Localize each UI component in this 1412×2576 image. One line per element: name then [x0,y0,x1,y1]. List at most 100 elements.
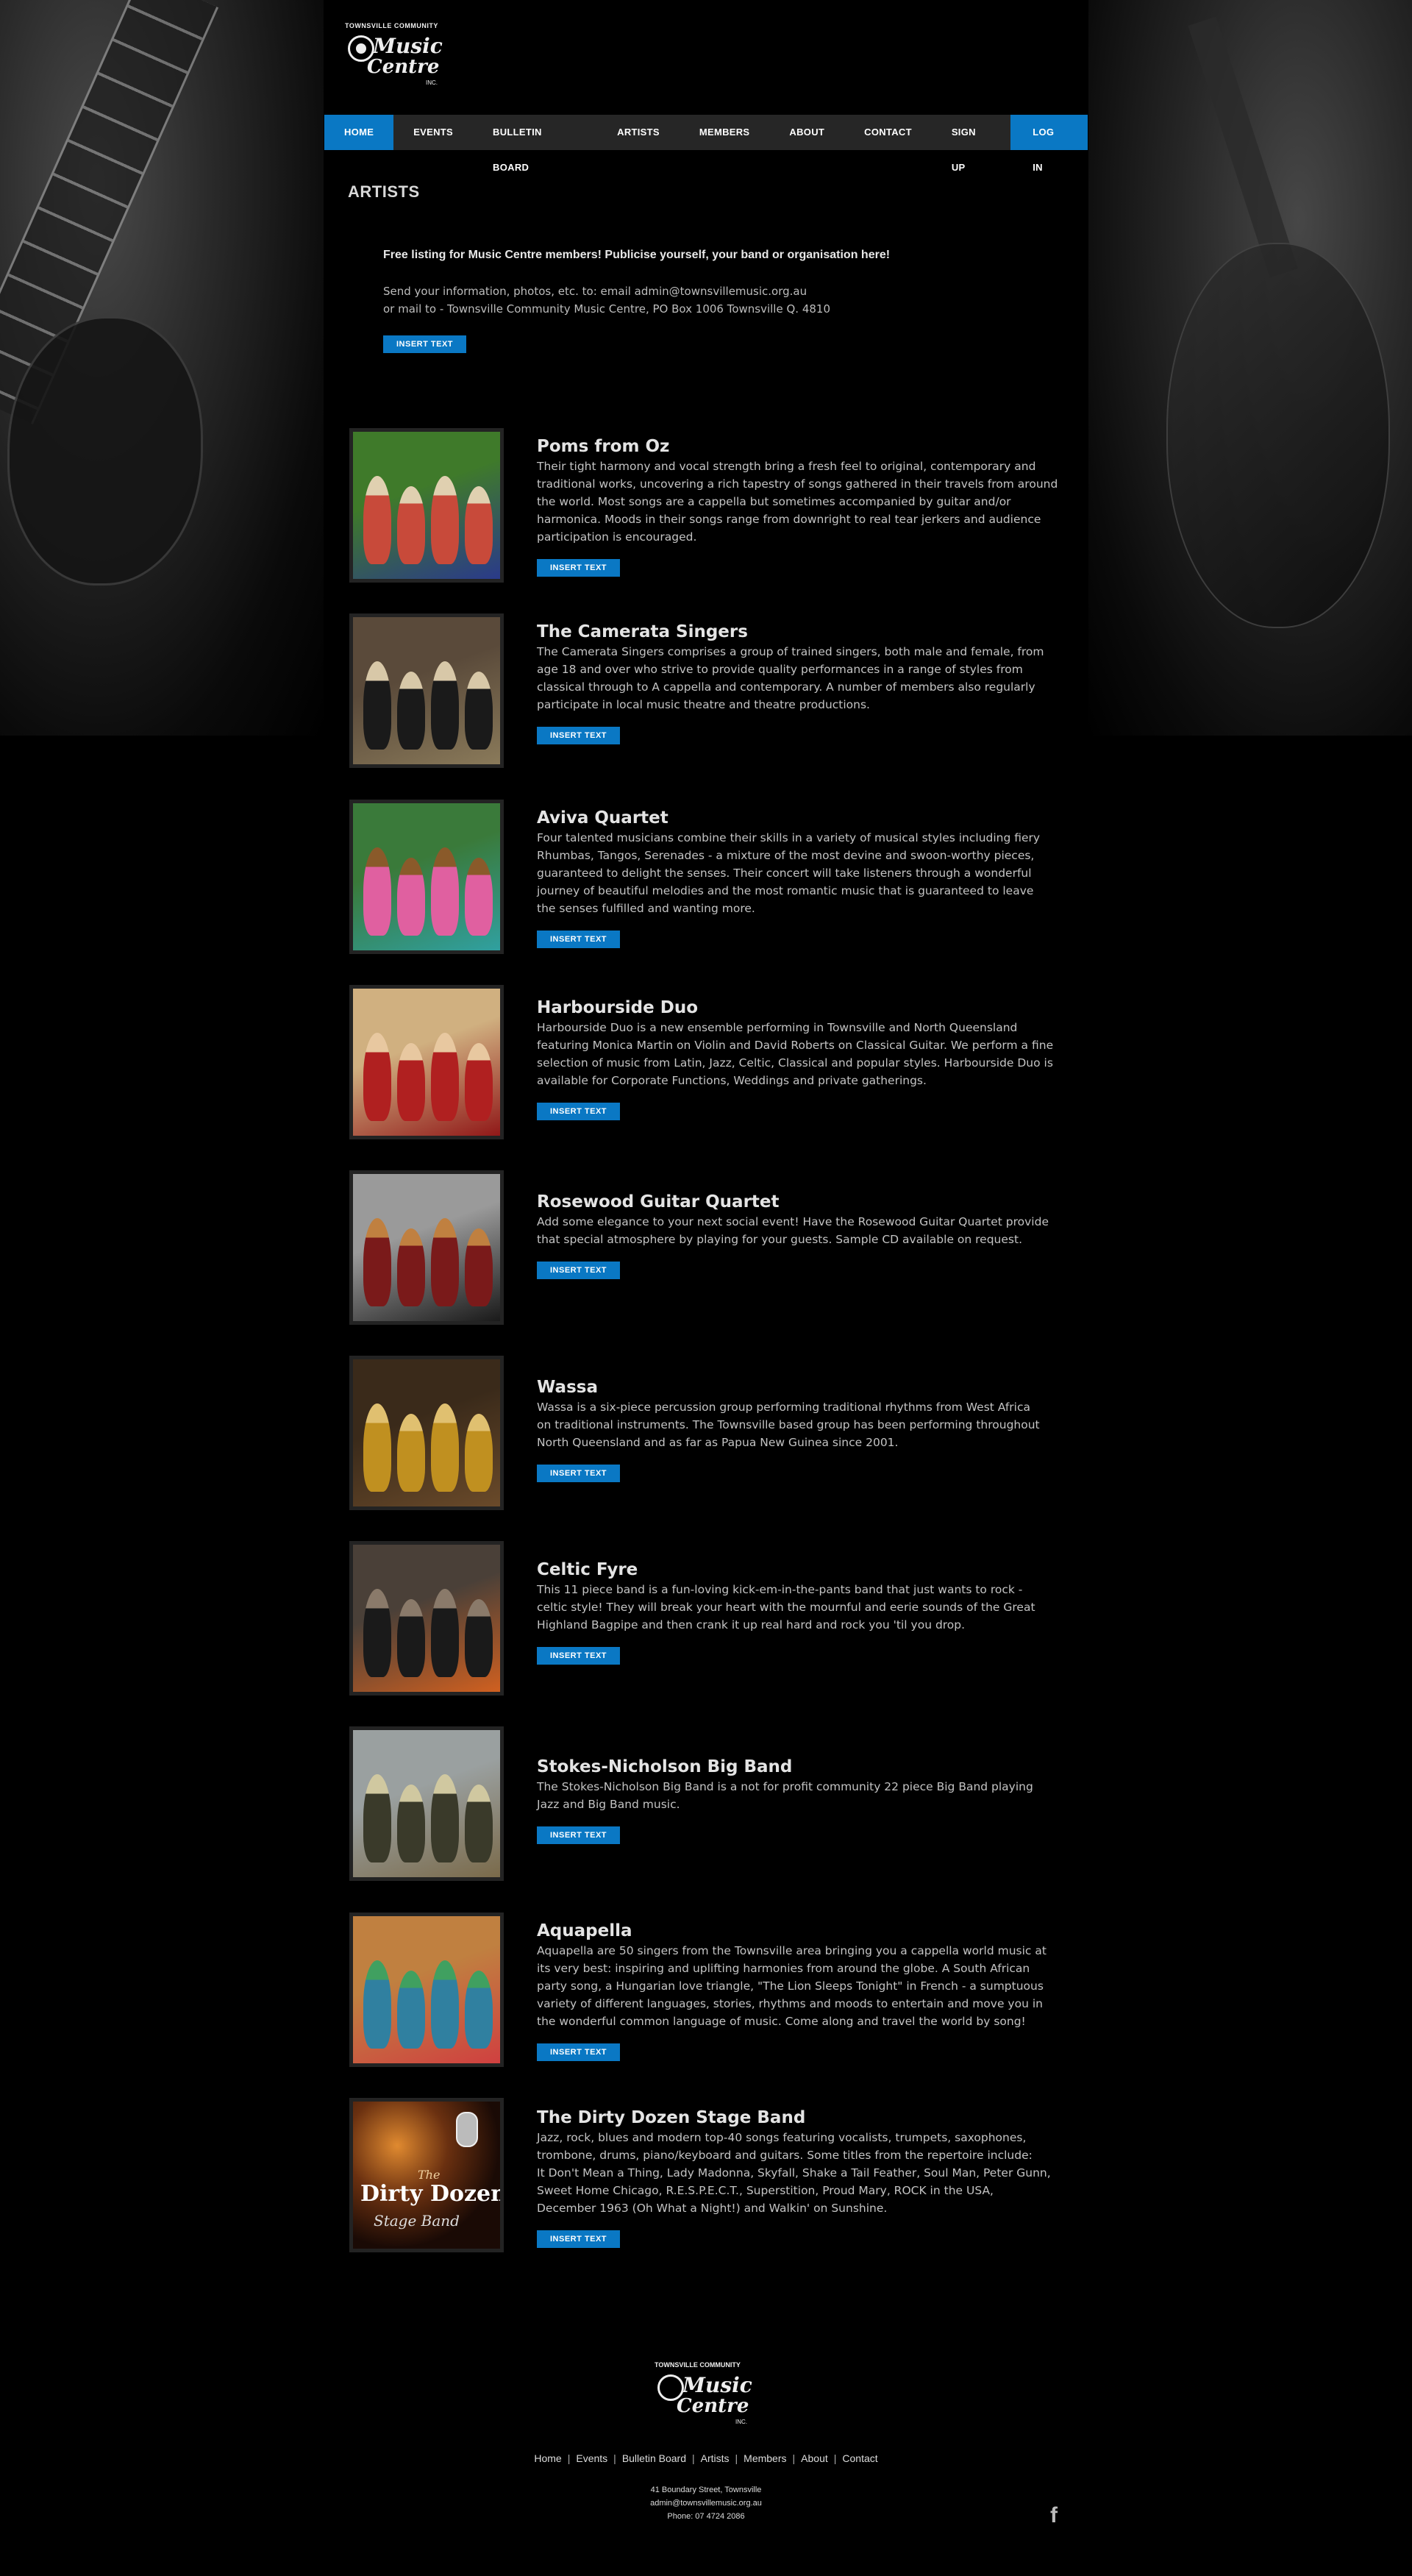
footer-separator: | [691,2452,695,2464]
artist-card: Harbourside Duo Harbourside Duo is a new … [349,985,1077,1148]
artist-photo-figure [363,1218,391,1306]
footer-link-members[interactable]: Members [744,2452,786,2464]
artist-description: Add some elegance to your next social ev… [537,1215,1049,1246]
artist-photo-figure [363,661,391,750]
artist-name: Celtic Fyre [537,1560,638,1579]
microphone-icon [456,2112,478,2147]
sign-up-button[interactable]: SIGN UP [932,115,1010,173]
footer-link-artists[interactable]: Artists [701,2452,730,2464]
artist-description: This 11 piece band is a fun-loving kick-… [537,1583,1035,1632]
artist-details: The Camerata Singers The Camerata Singers… [537,622,1074,744]
footer-link-events[interactable]: Events [576,2452,607,2464]
artist-insert-text-button[interactable]: INSERT TEXT [537,1262,621,1279]
artist-photo[interactable] [349,1356,504,1510]
artist-insert-text-button[interactable]: INSERT TEXT [537,2043,621,2061]
site-logo[interactable]: TOWNSVILLE COMMUNITY Music Centre INC. [345,22,448,96]
footer-logo-word-music: Music [682,2373,752,2397]
artist-name: The Camerata Singers [537,622,748,641]
artist-name: Poms from Oz [537,437,670,456]
artist-photo-figure [465,1785,493,1862]
nav-item-events[interactable]: EVENTS [393,115,473,150]
artist-details: The Dirty Dozen Stage Band Jazz, rock, bl… [537,2108,1074,2248]
artist-photo[interactable]: The Dirty Dozen Stage Band [349,2098,504,2252]
intro-insert-text-button[interactable]: INSERT TEXT [383,335,467,353]
artist-photo-figure [431,476,459,564]
footer-link-contact[interactable]: Contact [842,2452,877,2464]
artist-name: Aviva Quartet [537,808,668,828]
nav-item-home[interactable]: HOME [324,115,394,150]
artist-description: Jazz, rock, blues and modern top-40 song… [537,2131,1051,2215]
artist-description: Their tight harmony and vocal strength b… [537,460,1058,544]
footer-separator: | [613,2452,616,2464]
artist-photo[interactable] [349,428,504,583]
artist-photo[interactable] [349,985,504,1139]
footer-logo[interactable]: TOWNSVILLE COMMUNITY Music Centre INC. [655,2361,757,2435]
artist-card: The Camerata Singers The Camerata Singers… [349,613,1077,777]
artist-photo-figure [431,1403,459,1492]
log-in-button[interactable]: LOG IN [1010,115,1088,173]
artist-name: Harbourside Duo [537,998,699,1017]
artist-insert-text-button[interactable]: INSERT TEXT [537,2230,621,2248]
nav-item-artists[interactable]: ARTISTS [597,115,680,150]
artist-photo[interactable] [349,1913,504,2067]
artist-details: Celtic Fyre This 11 piece band is a fun-l… [537,1560,1074,1665]
nav-item-members[interactable]: MEMBERS [680,115,770,150]
logo-word-music: Music [373,34,443,58]
artist-photo-figure [397,672,425,750]
footer-separator: | [833,2452,837,2464]
artist-insert-text-button[interactable]: INSERT TEXT [537,931,621,948]
violin-body-decoration [1166,243,1390,628]
footer-contact-details: 41 Boundary Street, Townsville admin@tow… [0,2483,1412,2523]
artist-details: Wassa Wassa is a six-piece percussion gro… [537,1378,1074,1482]
artist-photo-figure [465,1971,493,2049]
nav-item-contact[interactable]: CONTACT [844,115,932,150]
artist-name: Wassa [537,1378,598,1397]
footer-link-about[interactable]: About [801,2452,828,2464]
artist-photo-figure [397,1785,425,1862]
artist-insert-text-button[interactable]: INSERT TEXT [537,1103,621,1120]
artist-details: Aviva Quartet Four talented musicians com… [537,808,1074,948]
artist-details: Harbourside Duo Harbourside Duo is a new … [537,998,1074,1120]
nav-item-about[interactable]: ABOUT [769,115,844,150]
artist-photo-figure [363,1774,391,1862]
artist-name: Aquapella [537,1921,632,1940]
artist-photo[interactable] [349,800,504,954]
artist-photo[interactable] [349,613,504,768]
artist-photo[interactable] [349,1170,504,1325]
footer-logo-suffix: INC. [735,2419,747,2425]
artist-insert-text-button[interactable]: INSERT TEXT [537,1826,621,1844]
artist-photo-figure [431,661,459,750]
artist-insert-text-button[interactable]: INSERT TEXT [537,559,621,577]
artist-insert-text-button[interactable]: INSERT TEXT [537,1647,621,1665]
artist-photo-figure [397,486,425,564]
intro-headline: Free listing for Music Centre members! P… [383,249,891,261]
footer-logo-word-centre: Centre [677,2395,749,2417]
footer-link-home[interactable]: Home [534,2452,561,2464]
artist-photo-figure [431,1033,459,1121]
artist-photo-figure [465,1599,493,1677]
artist-description: Wassa is a six-piece percussion group pe… [537,1401,1040,1449]
nav-item-bulletin-board[interactable]: BULLETIN BOARD [473,115,597,173]
artist-description: Aquapella are 50 singers from the Townsv… [537,1944,1046,2028]
facebook-icon[interactable]: f [1050,2503,1058,2528]
page-container: TOWNSVILLE COMMUNITY Music Centre INC. H… [324,0,1088,2310]
artist-photo[interactable] [349,1541,504,1696]
intro-email-line: Send your information, photos, etc. to: … [383,285,807,298]
artist-photo[interactable] [349,1726,504,1881]
dirty-dozen-poster: The Dirty Dozen Stage Band [353,2102,500,2249]
artist-description: The Stokes-Nicholson Big Band is a not f… [537,1780,1033,1811]
artist-insert-text-button[interactable]: INSERT TEXT [537,1465,621,1482]
footer-links: Home | Events | Bulletin Board | Artists | Membe… [0,2452,1412,2464]
artist-photo-figure [397,1599,425,1677]
artist-photo-figure [363,1033,391,1121]
poster-big-text: Dirty Dozen [360,2181,504,2207]
artist-card: Celtic Fyre This 11 piece band is a fun-l… [349,1541,1077,1704]
artist-card: Wassa Wassa is a six-piece percussion gro… [349,1356,1077,1519]
artist-description: The Camerata Singers comprises a group o… [537,645,1044,711]
artist-insert-text-button[interactable]: INSERT TEXT [537,727,621,744]
footer-separator: | [567,2452,571,2464]
footer-link-bulletin-board[interactable]: Bulletin Board [622,2452,686,2464]
artist-photo-figure [431,1218,459,1306]
footer-email[interactable]: admin@townsvillemusic.org.au [0,2497,1412,2510]
guitar-body-decoration [7,316,203,586]
